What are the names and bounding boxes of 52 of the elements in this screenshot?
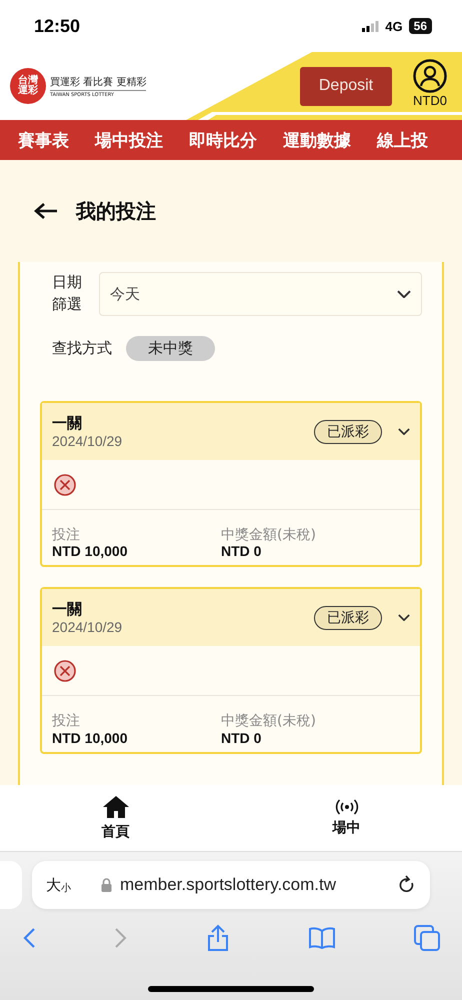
nav-link[interactable]: 運動數據 bbox=[283, 128, 351, 152]
home-icon bbox=[102, 795, 130, 819]
bet-date: 2024/10/29 bbox=[52, 619, 122, 636]
page-title: 我的投注 bbox=[76, 198, 156, 224]
url-link[interactable]: member.sportslottery.com.tw bbox=[120, 875, 336, 895]
broadcast-icon bbox=[334, 799, 358, 815]
prize-amount: NTD 0 bbox=[221, 543, 262, 560]
status-time: 12:50 bbox=[34, 16, 80, 36]
logo-mark: 台灣 運彩 bbox=[10, 68, 46, 104]
book-icon[interactable] bbox=[308, 927, 336, 949]
network-label: 4G bbox=[385, 18, 403, 34]
bet-date: 2024/10/29 bbox=[52, 433, 122, 449]
nav-link[interactable]: 賽事表 bbox=[18, 128, 69, 152]
date-filter-label: 日期篩選 bbox=[51, 272, 83, 315]
nav-link[interactable]: 場中投注 bbox=[95, 128, 163, 152]
prize-label: 中獎金額(未稅) bbox=[221, 714, 317, 730]
tabs-icon[interactable] bbox=[414, 925, 440, 951]
bottom-tab[interactable]: 場中 bbox=[231, 785, 462, 851]
reload-icon[interactable] bbox=[398, 875, 416, 895]
status-badge: 已派彩 bbox=[314, 420, 382, 444]
user-icon[interactable] bbox=[413, 58, 447, 92]
filter-chip[interactable]: 未中獎 bbox=[126, 336, 215, 361]
nav-link[interactable]: 即時比分 bbox=[189, 128, 257, 152]
back-icon[interactable] bbox=[22, 927, 36, 949]
address-bar[interactable]: 大小 member.sportslottery.com.tw bbox=[32, 861, 430, 909]
chevron-down-icon[interactable] bbox=[398, 614, 410, 622]
back-arrow-icon[interactable] bbox=[34, 202, 58, 220]
stake-label: 投注 bbox=[52, 714, 81, 730]
stake-amount: NTD 10,000 bbox=[52, 543, 128, 560]
status-badge: 已派彩 bbox=[314, 606, 382, 630]
signal-icon bbox=[362, 20, 380, 32]
stake-label: 投注 bbox=[52, 528, 81, 544]
text-size-button[interactable]: 大小 bbox=[46, 876, 71, 894]
x-circle-icon bbox=[54, 474, 76, 496]
share-icon[interactable] bbox=[206, 924, 230, 952]
balance-amount: NTD0 bbox=[413, 92, 447, 108]
nav-link[interactable]: 線上投 bbox=[377, 128, 428, 152]
deposit-button[interactable]: Deposit bbox=[300, 66, 392, 106]
lock-icon bbox=[101, 878, 112, 892]
bet-type: 一關 bbox=[52, 414, 83, 433]
bottom-tab[interactable]: 首頁 bbox=[0, 785, 231, 851]
x-circle-icon bbox=[54, 660, 76, 682]
chevron-down-icon[interactable] bbox=[398, 428, 410, 436]
search-method-label: 查找方式 bbox=[51, 339, 112, 358]
prize-amount: NTD 0 bbox=[221, 730, 262, 746]
bet-type: 一關 bbox=[52, 600, 83, 620]
chevron-down-icon[interactable] bbox=[397, 290, 411, 298]
stake-amount: NTD 10,000 bbox=[52, 730, 128, 746]
battery-level: 56 bbox=[408, 18, 432, 34]
prize-label: 中獎金額(未稅) bbox=[221, 528, 317, 544]
date-select[interactable]: 今天 bbox=[99, 272, 422, 316]
logo-tagline: 買運彩 看比賽 更精彩 bbox=[50, 76, 146, 88]
